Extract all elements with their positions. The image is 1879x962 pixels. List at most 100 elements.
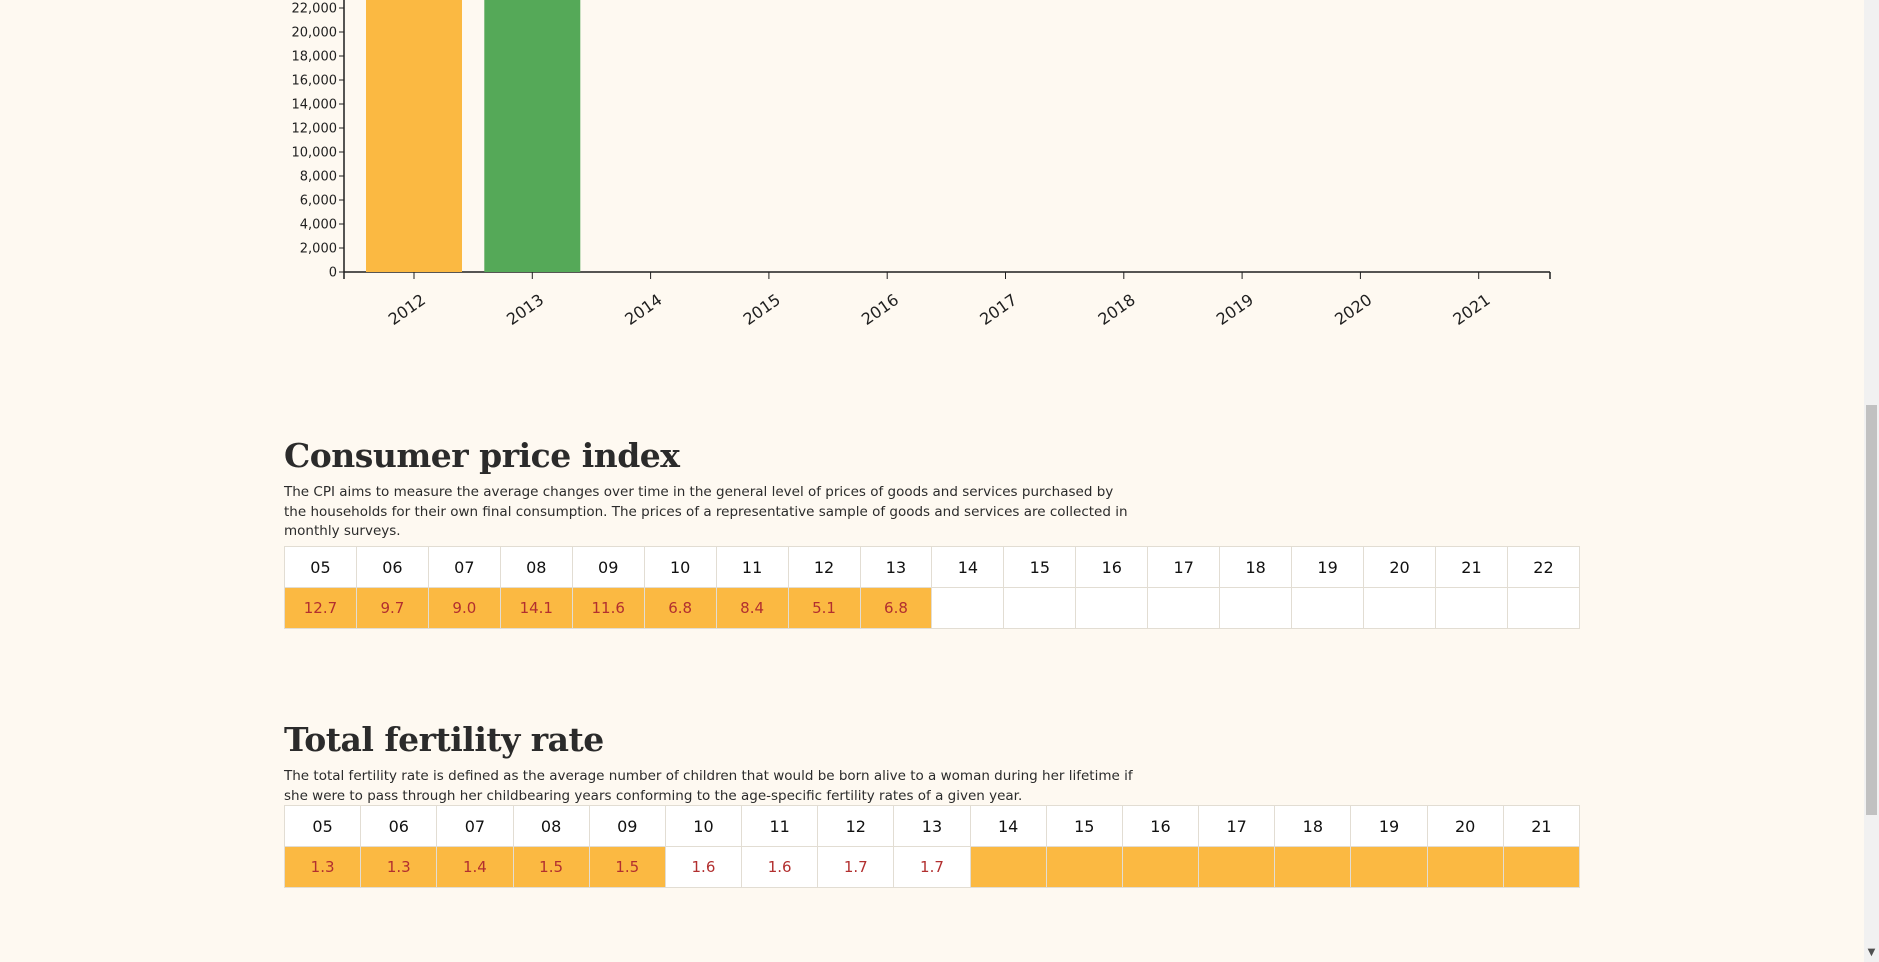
- scroll-down-arrow-icon[interactable]: ▼: [1867, 948, 1876, 958]
- cpi-value-15: [1003, 587, 1077, 629]
- cpi-value-20: [1363, 587, 1436, 629]
- fertility-value-row: 1.3 1.3 1.4 1.5 1.5 1.6 1.6 1.7 1.7: [283, 846, 1581, 888]
- x-tick-label: 2016: [858, 290, 902, 329]
- cpi-value-07: 9.0: [427, 587, 501, 629]
- cpi-year-15: 15: [1003, 546, 1077, 588]
- cpi-year-22: 22: [1506, 546, 1581, 588]
- cpi-year-18: 18: [1219, 546, 1293, 588]
- x-tick-label: 2019: [1213, 290, 1257, 329]
- scrollbar-thumb[interactable]: [1866, 405, 1877, 815]
- cpi-year-06: 06: [355, 546, 429, 588]
- y-tick-label: 14,000: [292, 98, 338, 113]
- cpi-year-21: 21: [1435, 546, 1508, 588]
- cpi-year-row: 05 06 07 08 09 10 11 12 13 14 15 16 17 18 19 20 21 22: [284, 546, 1581, 588]
- cpi-table: 05 06 07 08 09 10 11 12 13 14 15 16 17 18 19 20 21 22 12.…: [284, 546, 1581, 629]
- y-tick-label: 20,000: [292, 26, 338, 41]
- cpi-year-20: 20: [1363, 546, 1436, 588]
- cpi-value-06: 9.7: [355, 587, 429, 629]
- cpi-year-05: 05: [284, 546, 357, 588]
- cpi-value-11: 8.4: [715, 587, 789, 629]
- fertility-year-row: 05 06 07 08 09 10 11 12 13 14 15 16 17 18 19 20 21: [283, 805, 1581, 847]
- vertical-scrollbar[interactable]: ▼: [1864, 0, 1879, 962]
- x-tick-label: 2014: [621, 290, 665, 329]
- cpi-year-08: 08: [499, 546, 573, 588]
- cpi-year-19: 19: [1291, 546, 1365, 588]
- fertility-value-19: [1350, 846, 1428, 888]
- x-tick-label: 2021: [1449, 290, 1493, 329]
- x-tick-label: 2015: [740, 290, 784, 329]
- fertility-value-12: 1.7: [817, 846, 895, 888]
- fertility-year-06: 06: [360, 805, 438, 847]
- x-tick-label: 2013: [503, 290, 547, 329]
- cpi-value-18: [1219, 587, 1293, 629]
- y-tick-label: 8,000: [300, 170, 337, 185]
- fertility-value-09: 1.5: [588, 846, 666, 888]
- cpi-year-09: 09: [571, 546, 645, 588]
- cpi-year-13: 13: [859, 546, 933, 588]
- fertility-year-13: 13: [893, 805, 971, 847]
- fertility-year-11: 11: [741, 805, 819, 847]
- fertility-year-10: 10: [664, 805, 743, 847]
- cpi-value-21: [1435, 587, 1508, 629]
- fertility-year-17: 17: [1198, 805, 1276, 847]
- fertility-description: The total fertility rate is defined as t…: [284, 768, 1133, 804]
- x-tick-label: 2020: [1331, 290, 1375, 329]
- bar-2013: [484, 0, 581, 272]
- fertility-value-14: [969, 846, 1047, 888]
- fertility-value-10: 1.6: [664, 846, 743, 888]
- fertility-value-07: 1.4: [436, 846, 514, 888]
- fertility-year-15: 15: [1045, 805, 1123, 847]
- cpi-value-22: [1506, 587, 1581, 629]
- fertility-value-16: [1121, 846, 1200, 888]
- fertility-year-21: 21: [1502, 805, 1581, 847]
- cpi-value-05: 12.7: [284, 587, 357, 629]
- y-tick-label: 22,000: [292, 2, 338, 17]
- cpi-value-10: 6.8: [643, 587, 717, 629]
- fertility-value-13: 1.7: [893, 846, 971, 888]
- cpi-title: Consumer price index: [284, 436, 680, 475]
- cpi-section: Consumer price index The CPI aims to mea…: [284, 436, 1581, 629]
- y-tick-label: 16,000: [292, 74, 338, 89]
- fertility-year-18: 18: [1274, 805, 1352, 847]
- cpi-year-07: 07: [427, 546, 501, 588]
- bar-chart: 0 2,000 4,000 6,000 8,000 10,000 12,000 14,000 1…: [292, 0, 1551, 329]
- x-tick-label: 2018: [1095, 290, 1139, 329]
- fertility-year-12: 12: [817, 805, 895, 847]
- fertility-year-19: 19: [1350, 805, 1428, 847]
- fertility-year-14: 14: [969, 805, 1047, 847]
- cpi-year-16: 16: [1075, 546, 1149, 588]
- cpi-year-11: 11: [715, 546, 789, 588]
- y-tick-label: 0: [329, 266, 337, 281]
- fertility-year-05: 05: [283, 805, 362, 847]
- y-tick-label: 4,000: [300, 218, 337, 233]
- fertility-value-20: [1426, 846, 1504, 888]
- y-tick-label: 10,000: [292, 146, 338, 161]
- cpi-value-12: 5.1: [787, 587, 861, 629]
- cpi-value-09: 11.6: [571, 587, 645, 629]
- fertility-value-08: 1.5: [512, 846, 590, 888]
- cpi-year-14: 14: [931, 546, 1005, 588]
- cpi-year-12: 12: [787, 546, 861, 588]
- cpi-value-14: [931, 587, 1005, 629]
- fertility-value-15: [1045, 846, 1123, 888]
- fertility-value-21: [1502, 846, 1581, 888]
- chart-bars: [366, 0, 581, 272]
- cpi-value-row: 12.7 9.7 9.0 14.1 11.6 6.8 8.4 5.1 6.8: [284, 587, 1581, 629]
- x-tick-label: 2017: [976, 290, 1020, 329]
- fertility-year-07: 07: [436, 805, 514, 847]
- fertility-value-11: 1.6: [741, 846, 819, 888]
- y-tick-label: 12,000: [292, 122, 338, 137]
- x-axis: 2012 2013 2014 2015 2016 2017 2018 2019 2020 2021: [343, 271, 1551, 329]
- cpi-description: The CPI aims to measure the average chan…: [284, 484, 1128, 539]
- y-tick-label: 2,000: [300, 242, 337, 257]
- fertility-year-09: 09: [588, 805, 666, 847]
- y-tick-label: 18,000: [292, 50, 338, 65]
- x-tick-label: 2012: [385, 290, 429, 329]
- fertility-value-05: 1.3: [283, 846, 362, 888]
- fertility-table: 05 06 07 08 09 10 11 12 13 14 15 16 17 18 19 20 21 1.3 1.…: [283, 805, 1581, 888]
- fertility-year-16: 16: [1121, 805, 1200, 847]
- fertility-title: Total fertility rate: [284, 720, 604, 759]
- cpi-year-10: 10: [643, 546, 717, 588]
- cpi-value-16: [1075, 587, 1149, 629]
- cpi-value-08: 14.1: [499, 587, 573, 629]
